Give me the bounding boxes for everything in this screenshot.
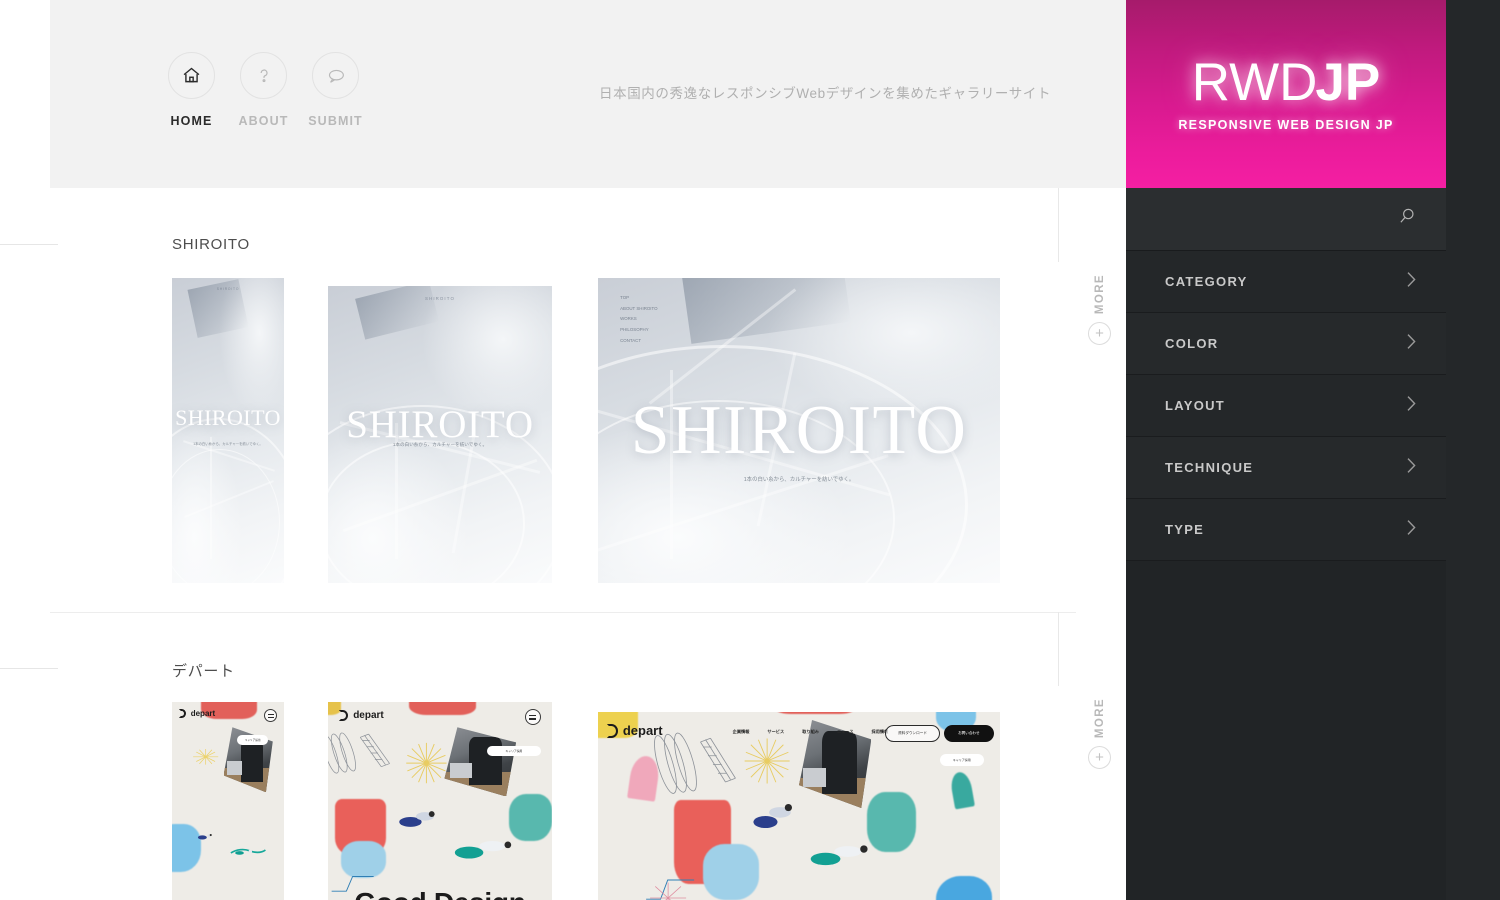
- chevron-right-icon: [1406, 457, 1417, 479]
- entry-screenshots-depart: キャリア採用 depart キャリア採用 depart depart 企業情報 …: [172, 702, 1000, 900]
- nav-label-home: HOME: [170, 114, 213, 128]
- search-bar[interactable]: [1126, 188, 1446, 251]
- sidebar-item-layout[interactable]: LAYOUT: [1126, 375, 1446, 437]
- entry-vertical-rule: [1058, 612, 1059, 686]
- entry-screenshots-shiroito: SHIROITO SHIROITO 1本の白い糸から、カルチャーを紡いでゆく。: [172, 278, 1000, 583]
- home-icon-circle: [168, 52, 215, 99]
- sidebar-label-category: CATEGORY: [1165, 274, 1248, 289]
- question-icon-circle: [240, 52, 287, 99]
- entry-divider: [50, 612, 1076, 613]
- speech-bubble-icon-circle: [312, 52, 359, 99]
- entry-vertical-rule: [1058, 188, 1059, 262]
- chevron-right-icon: [1406, 395, 1417, 417]
- sidebar-label-color: COLOR: [1165, 336, 1219, 351]
- depart-artwork-desktop: depart 企業情報 サービス 取り組み ニュース 採用情報 資料ダウンロード お問い…: [598, 712, 1000, 900]
- depart-artwork-tablet: キャリア採用 depart: [328, 702, 552, 900]
- site-tagline: 日本国内の秀逸なレスポンシブWebデザインを集めたギャラリーサイト: [599, 86, 1052, 101]
- entry-left-tick: [0, 244, 58, 245]
- shiroito-artwork-tablet: SHIROITO SHIROITO 1本の白い糸から、カルチャーを紡いでゆく。: [328, 286, 552, 583]
- sidebar-label-type: TYPE: [1165, 522, 1205, 537]
- plus-icon: +: [1088, 746, 1111, 770]
- logo-subtitle: RESPONSIVE WEB DESIGN JP: [1178, 118, 1394, 132]
- entry-title-depart[interactable]: デパート: [172, 660, 235, 681]
- search-icon[interactable]: [1396, 206, 1418, 233]
- right-edge-strip: [1446, 0, 1500, 900]
- plus-icon: +: [1088, 322, 1111, 346]
- speech-bubble-icon: [328, 69, 344, 83]
- nav-label-about: ABOUT: [238, 114, 289, 128]
- entry-left-tick: [0, 668, 58, 669]
- nav-item-home[interactable]: HOME: [168, 52, 215, 128]
- logo-wordmark: RWD JP: [1192, 56, 1380, 109]
- nav-item-about[interactable]: ABOUT: [238, 52, 289, 128]
- site-header: HOME ABOUT SUBMIT 日本国内の秀逸なレスポンシブWebデザインを…: [50, 0, 1126, 188]
- sidebar-label-technique: TECHNIQUE: [1165, 460, 1254, 475]
- site-logo[interactable]: RWD JP RESPONSIVE WEB DESIGN JP: [1126, 0, 1446, 188]
- screenshot-desktop-depart[interactable]: depart 企業情報 サービス 取り組み ニュース 採用情報 資料ダウンロード お問い…: [598, 712, 1000, 900]
- more-label: MORE: [1093, 698, 1106, 739]
- entry-title-shiroito[interactable]: SHIROITO: [172, 236, 250, 253]
- logo-jp: JP: [1315, 53, 1381, 112]
- page-root: HOME ABOUT SUBMIT 日本国内の秀逸なレスポンシブWebデザインを…: [0, 0, 1500, 900]
- main-nav: HOME ABOUT SUBMIT: [168, 52, 362, 128]
- nav-label-submit: SUBMIT: [308, 114, 363, 128]
- question-icon: [260, 68, 268, 82]
- filter-sidebar: CATEGORY COLOR LAYOUT TECHNIQUE TYPE: [1126, 188, 1446, 900]
- more-button-depart[interactable]: MORE +: [1088, 698, 1111, 770]
- logo-rwd: RWD: [1191, 53, 1318, 112]
- shiroito-artwork-mobile: SHIROITO SHIROITO 1本の白い糸から、カルチャーを紡いでゆく。: [172, 278, 284, 583]
- screenshot-tablet-shiroito[interactable]: SHIROITO SHIROITO 1本の白い糸から、カルチャーを紡いでゆく。: [328, 286, 552, 583]
- screenshot-mobile-shiroito[interactable]: SHIROITO SHIROITO 1本の白い糸から、カルチャーを紡いでゆく。: [172, 278, 284, 583]
- chevron-right-icon: [1406, 333, 1417, 355]
- home-icon: [183, 67, 200, 83]
- screenshot-desktop-shiroito[interactable]: TOP ABOUT SHIROITO WORKS PHILOSOPHY CONTACT …: [598, 278, 1000, 583]
- shiroito-artwork-desktop: TOP ABOUT SHIROITO WORKS PHILOSOPHY CONTACT …: [598, 278, 1000, 583]
- sidebar-item-category[interactable]: CATEGORY: [1126, 251, 1446, 313]
- sidebar-item-type[interactable]: TYPE: [1126, 499, 1446, 561]
- sidebar-item-technique[interactable]: TECHNIQUE: [1126, 437, 1446, 499]
- screenshot-tablet-depart[interactable]: キャリア採用 depart: [328, 702, 552, 900]
- sidebar-item-color[interactable]: COLOR: [1126, 313, 1446, 375]
- screenshot-mobile-depart[interactable]: キャリア採用 depart: [172, 702, 284, 900]
- more-label: MORE: [1093, 274, 1106, 315]
- sidebar-filler: [1126, 561, 1446, 900]
- nav-item-submit[interactable]: SUBMIT: [308, 52, 362, 128]
- chevron-right-icon: [1406, 519, 1417, 541]
- chevron-right-icon: [1406, 271, 1417, 293]
- more-button-shiroito[interactable]: MORE +: [1088, 274, 1111, 346]
- sidebar-label-layout: LAYOUT: [1165, 398, 1226, 413]
- depart-artwork-mobile: キャリア採用 depart: [172, 702, 284, 900]
